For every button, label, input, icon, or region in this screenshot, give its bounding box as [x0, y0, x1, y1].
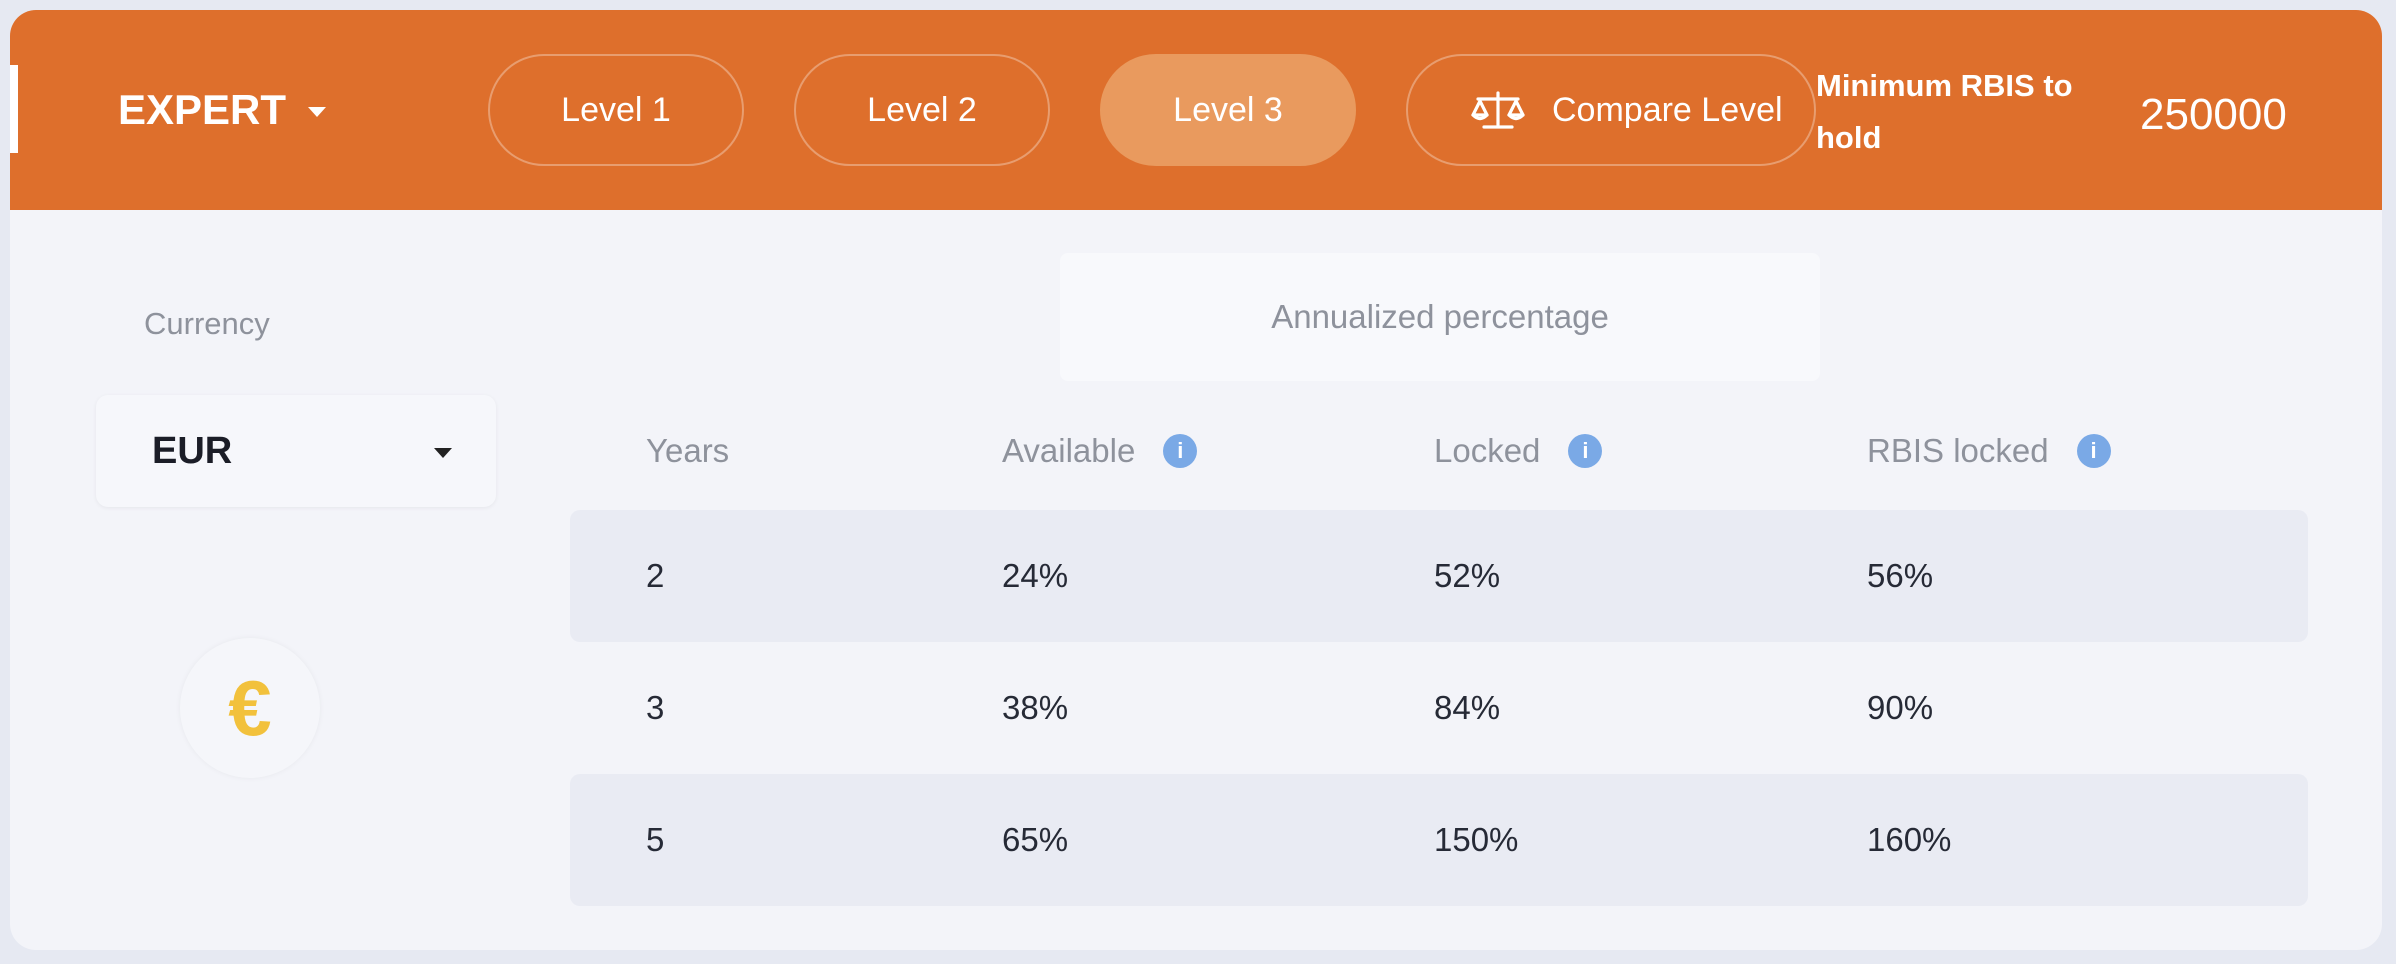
currency-select[interactable]: EUR — [96, 395, 496, 507]
tier-label: EXPERT — [118, 86, 287, 133]
info-icon[interactable]: i — [1163, 434, 1198, 468]
table-cell: 150% — [1434, 821, 1519, 858]
table-cell: 160% — [1867, 821, 1952, 858]
level-1-label: Level 1 — [561, 90, 671, 129]
annualized-percentage-header: Annualized percentage — [1060, 253, 1820, 381]
table-cell: 38% — [1002, 689, 1069, 726]
column-header-years: Years — [646, 432, 729, 470]
level-2-button[interactable]: Level 2 — [794, 54, 1050, 166]
scale-icon — [1471, 91, 1525, 129]
annualized-percentage-label: Annualized percentage — [1271, 298, 1609, 335]
compare-level-label: Compare Level — [1552, 90, 1783, 129]
level-1-button[interactable]: Level 1 — [488, 54, 744, 166]
table-cell: 3 — [646, 689, 665, 726]
table-cell: 52% — [1434, 557, 1501, 594]
level-card: EXPERT Level 1 Level 2 Level 3 Compare L… — [10, 10, 2382, 950]
chevron-down-icon — [434, 448, 452, 458]
info-icon[interactable]: i — [2076, 434, 2111, 468]
level-2-label: Level 2 — [867, 90, 977, 129]
table-cell: 84% — [1434, 689, 1501, 726]
minimum-rbis-label: Minimum RBIS to hold — [1816, 68, 2073, 155]
currency-label: Currency — [144, 306, 270, 341]
table-cell: 2 — [646, 557, 665, 594]
level-3-button[interactable]: Level 3 — [1100, 54, 1356, 166]
column-header-years-label: Years — [646, 432, 730, 469]
column-header-available: Available i — [1002, 432, 1198, 470]
table-cell: 24% — [1002, 557, 1069, 594]
table-cell: 65% — [1002, 821, 1069, 858]
caret-down-icon — [308, 107, 327, 117]
table-cell: 5 — [646, 821, 665, 858]
header-edge-marker — [10, 65, 18, 153]
table-cell: 56% — [1867, 557, 1934, 594]
column-header-locked-label: Locked — [1434, 432, 1541, 469]
column-header-locked: Locked i — [1434, 432, 1603, 470]
table-row: 2 24% 52% 56% — [570, 510, 2308, 642]
header-bar: EXPERT Level 1 Level 2 Level 3 Compare L… — [10, 10, 2382, 210]
euro-icon: € — [180, 638, 320, 778]
column-header-rbis-locked: RBIS locked i — [1867, 432, 2111, 470]
tier-dropdown[interactable]: EXPERT — [118, 10, 327, 210]
column-header-rbis-locked-label: RBIS locked — [1867, 432, 2049, 469]
table-cell: 90% — [1867, 689, 1934, 726]
level-3-label: Level 3 — [1173, 90, 1283, 129]
currency-selected-value: EUR — [152, 429, 233, 472]
currency-symbol: € — [228, 663, 272, 752]
table-row: 5 65% 150% 160% — [570, 774, 2308, 906]
compare-level-button[interactable]: Compare Level — [1406, 54, 1816, 166]
table-row: 3 38% 84% 90% — [570, 642, 2308, 774]
info-icon[interactable]: i — [1568, 434, 1603, 468]
minimum-rbis-value: 250000 — [2140, 90, 2287, 139]
column-header-available-label: Available — [1002, 432, 1136, 469]
